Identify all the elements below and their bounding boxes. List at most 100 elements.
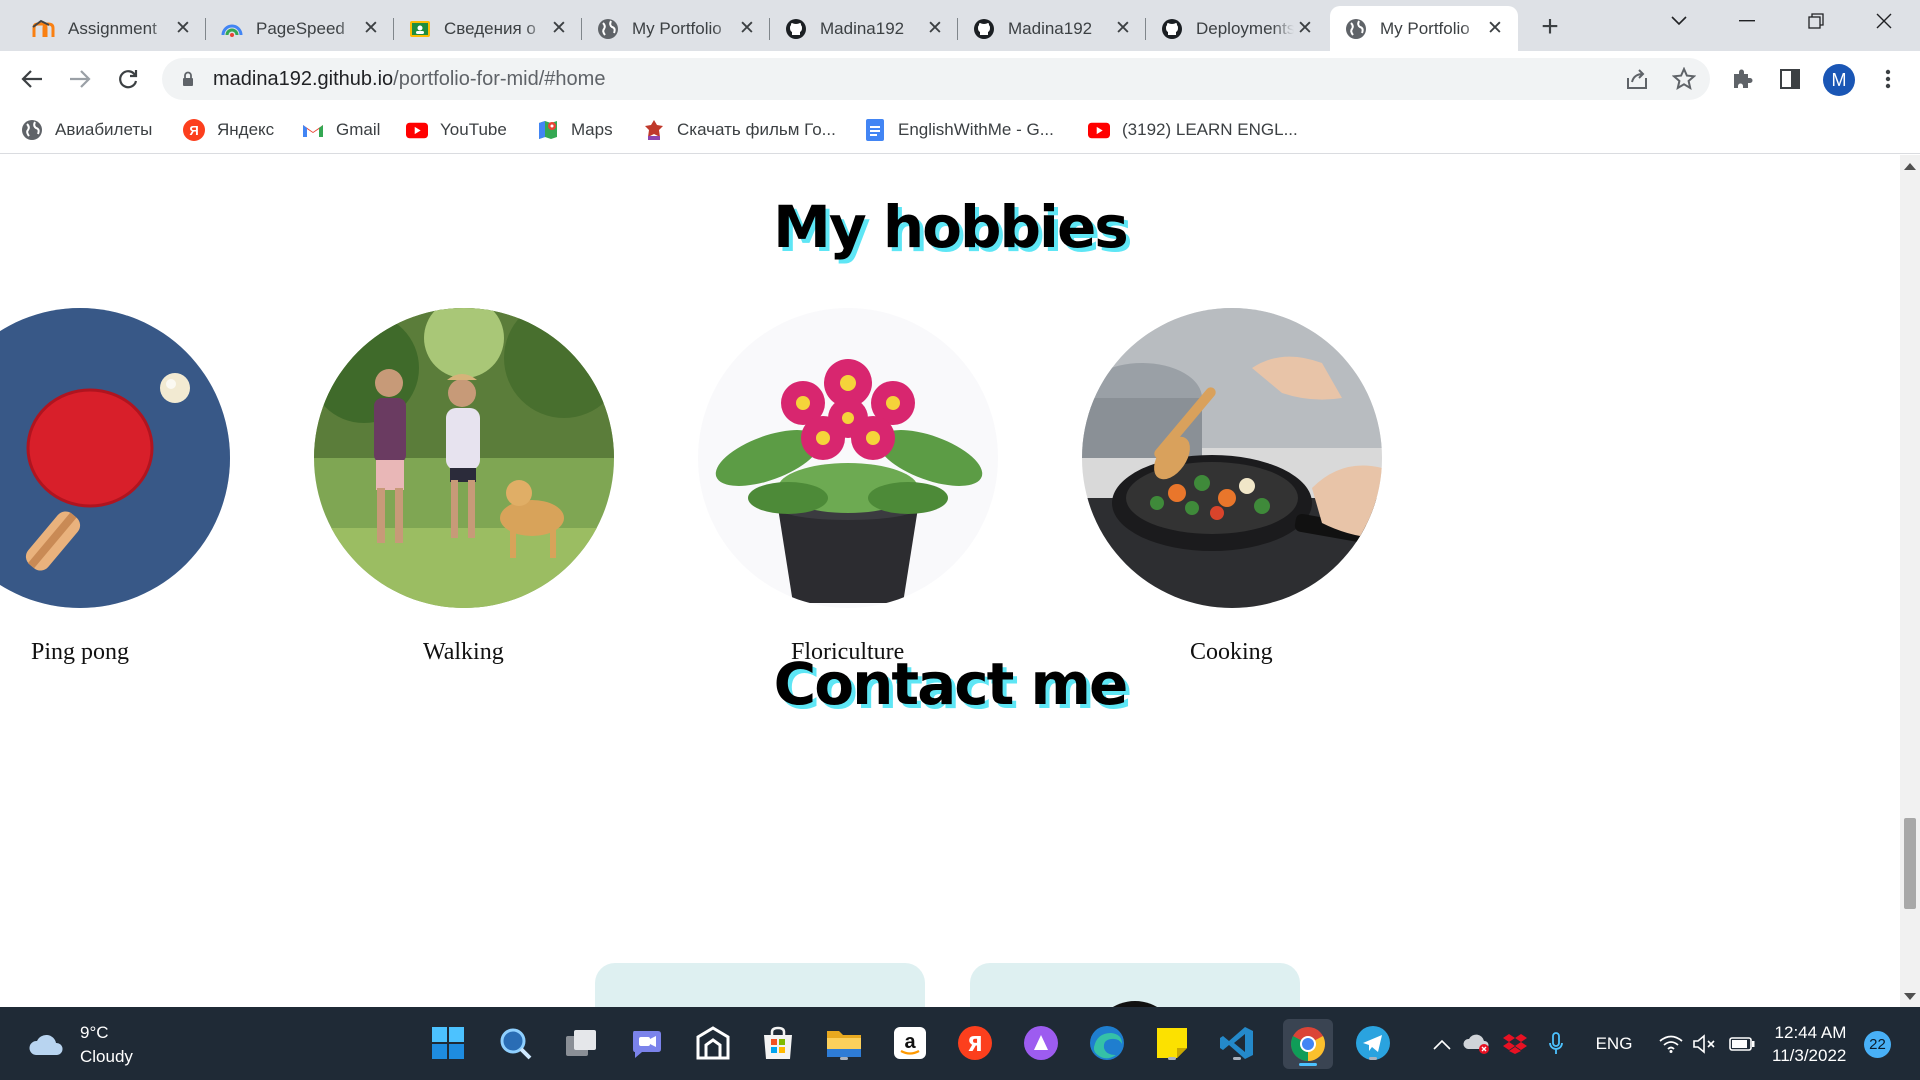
tab-github-madina[interactable]: Madina192 ✕: [770, 6, 958, 51]
notification-badge[interactable]: 22: [1864, 1031, 1891, 1058]
start-button[interactable]: [428, 1023, 468, 1063]
battery-status[interactable]: [1726, 1007, 1758, 1080]
ping-pong-image: [0, 308, 230, 608]
microsoft-store[interactable]: [758, 1023, 798, 1063]
url-path: /portfolio-for-mid/#home: [393, 68, 606, 90]
bookmark-label: Яндекс: [217, 120, 275, 139]
telegram[interactable]: [1353, 1023, 1393, 1063]
bookmark-gmail[interactable]: Gmail: [302, 115, 380, 145]
tab-deployments[interactable]: Deployments ✕: [1146, 6, 1328, 51]
onedrive-status[interactable]: [1462, 1007, 1492, 1080]
page-scrollbar[interactable]: [1900, 155, 1920, 1007]
tab-assignment[interactable]: Assignment ✕: [18, 6, 206, 51]
dropbox-status[interactable]: [1500, 1007, 1530, 1080]
clock-time: 12:44 AM: [1774, 1023, 1847, 1042]
alice-icon: [1024, 1026, 1058, 1060]
tab-my-portfolio[interactable]: My Portfolio ✕: [582, 6, 770, 51]
address-bar[interactable]: madina192.github.io/portfolio-for-mid/#h…: [162, 58, 1710, 100]
reload-button[interactable]: [110, 61, 146, 97]
tab-github-madina-2[interactable]: Madina192 ✕: [958, 6, 1146, 51]
side-panel-button[interactable]: [1772, 61, 1808, 97]
running-indicator: [1299, 1063, 1317, 1066]
scroll-up-icon[interactable]: [1904, 163, 1916, 170]
browser-menu-button[interactable]: [1870, 61, 1906, 97]
clock-date: 11/3/2022: [1772, 1046, 1847, 1065]
close-icon[interactable]: ✕: [1294, 18, 1316, 40]
bookmark-label: EnglishWithMe - G...: [898, 120, 1054, 139]
close-icon[interactable]: ✕: [1112, 18, 1134, 40]
vs-code[interactable]: [1217, 1023, 1257, 1063]
yandex-browser[interactable]: Я: [955, 1023, 995, 1063]
tab-my-portfolio-active[interactable]: My Portfolio ✕: [1330, 6, 1518, 51]
language-indicator[interactable]: ENG: [1588, 1007, 1640, 1080]
volume-status[interactable]: [1690, 1007, 1720, 1080]
tab-title: Madina192: [1008, 18, 1093, 38]
profile-avatar[interactable]: M: [1823, 64, 1855, 96]
system-clock[interactable]: 12:44 AM 11/3/2022: [1772, 1021, 1846, 1067]
chevron-down-icon: [1671, 16, 1687, 26]
show-hidden-icons[interactable]: [1430, 1007, 1454, 1080]
edge-icon: [1090, 1026, 1124, 1060]
bookmark-yandex[interactable]: Я Яндекс: [183, 115, 274, 145]
amazon-icon: a: [894, 1027, 926, 1059]
volume-muted-icon: [1693, 1033, 1715, 1054]
amazon-app[interactable]: a: [890, 1023, 930, 1063]
scrollbar-thumb[interactable]: [1904, 818, 1916, 909]
chrome-icon: [1291, 1027, 1325, 1061]
restore-button[interactable]: [1788, 0, 1844, 42]
tab-title: Deployments: [1196, 18, 1294, 38]
taskbar-search[interactable]: [495, 1023, 535, 1063]
yandex-icon: Я: [958, 1026, 992, 1060]
folder-icon: [827, 1031, 861, 1057]
contact-card[interactable]: [595, 963, 925, 1007]
taskbar-app-house[interactable]: [693, 1023, 733, 1063]
url-text[interactable]: madina192.github.io/portfolio-for-mid/#h…: [213, 68, 605, 91]
microphone-status[interactable]: [1541, 1007, 1571, 1080]
close-icon[interactable]: ✕: [736, 18, 758, 40]
close-window-button[interactable]: [1856, 0, 1912, 42]
edge-browser[interactable]: [1087, 1023, 1127, 1063]
scroll-down-icon[interactable]: [1904, 993, 1916, 1000]
contact-card[interactable]: [970, 963, 1300, 1007]
close-icon[interactable]: ✕: [548, 18, 570, 40]
extensions-button[interactable]: [1724, 61, 1760, 97]
classroom-icon: [408, 17, 432, 41]
chrome-browser[interactable]: [1283, 1019, 1333, 1069]
weather-widget[interactable]: 9°C Cloudy: [28, 1021, 133, 1069]
bookmark-aviabilety[interactable]: Авиабилеты: [21, 115, 152, 145]
floriculture-image: [698, 308, 998, 608]
new-tab-button[interactable]: +: [1533, 10, 1567, 44]
tab-search-button[interactable]: [1651, 0, 1707, 42]
docs-icon: [864, 119, 886, 141]
running-indicator: [840, 1057, 848, 1060]
close-icon[interactable]: ✕: [360, 18, 382, 40]
hobby-cooking: Cooking: [1082, 308, 1382, 665]
bookmark-label: Gmail: [336, 120, 381, 139]
close-icon[interactable]: ✕: [924, 18, 946, 40]
bookmark-learn-english[interactable]: (3192) LEARN ENGL...: [1088, 115, 1298, 145]
bookmark-film[interactable]: Скачать фильм Го...: [643, 115, 836, 145]
file-explorer[interactable]: [824, 1023, 864, 1063]
bookmark-label: (3192) LEARN ENGL...: [1122, 120, 1298, 139]
close-icon[interactable]: ✕: [172, 18, 194, 40]
bookmark-youtube[interactable]: YouTube: [406, 115, 507, 145]
forward-button[interactable]: [62, 61, 98, 97]
back-button[interactable]: [14, 61, 50, 97]
alice-assistant[interactable]: [1021, 1023, 1061, 1063]
sticky-notes[interactable]: [1152, 1023, 1192, 1063]
teams-chat[interactable]: [627, 1023, 667, 1063]
more-vertical-icon: [1885, 69, 1891, 89]
tab-title: Assignment: [68, 18, 157, 38]
wifi-icon: [1659, 1035, 1683, 1053]
film-icon: [643, 119, 665, 141]
telegram-icon: [1356, 1026, 1390, 1060]
task-view[interactable]: [561, 1023, 601, 1063]
minimize-button[interactable]: [1719, 0, 1775, 42]
tab-pagespeed[interactable]: PageSpeed ✕: [206, 6, 394, 51]
network-status[interactable]: [1656, 1007, 1686, 1080]
bookmark-englishwithme[interactable]: EnglishWithMe - G...: [864, 115, 1054, 145]
close-icon[interactable]: ✕: [1484, 18, 1506, 40]
hobbies-heading: My hobbies: [773, 193, 1129, 261]
tab-classroom[interactable]: Сведения о ✕: [394, 6, 582, 51]
bookmark-maps[interactable]: Maps: [537, 115, 613, 145]
